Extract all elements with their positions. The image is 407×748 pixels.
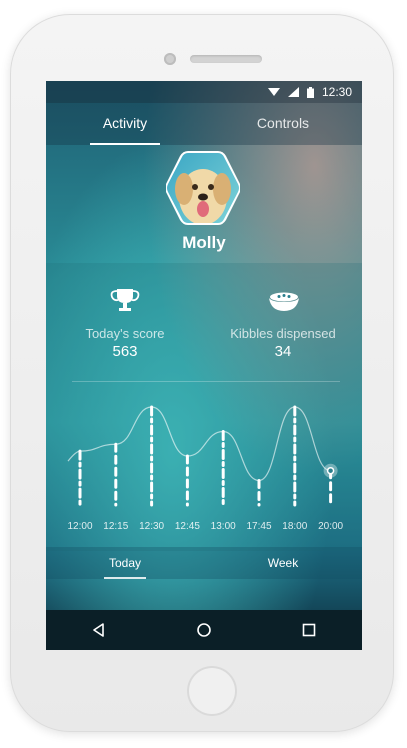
time-tick-label: 17:45 bbox=[246, 521, 271, 532]
time-tick-label: 13:00 bbox=[211, 521, 236, 532]
score-label: Today's score bbox=[85, 326, 165, 341]
kibbles-label: Kibbles dispensed bbox=[230, 326, 336, 341]
time-tick-label: 18:00 bbox=[282, 521, 307, 532]
wifi-icon bbox=[267, 87, 280, 97]
home-icon[interactable] bbox=[184, 610, 224, 650]
status-bar: 12:30 bbox=[46, 81, 362, 103]
score-value: 563 bbox=[112, 343, 138, 360]
period-today[interactable]: Today bbox=[46, 547, 204, 579]
period-week[interactable]: Week bbox=[204, 547, 362, 579]
back-icon[interactable] bbox=[79, 610, 119, 650]
pet-name: Molly bbox=[182, 233, 226, 252]
front-camera bbox=[164, 53, 176, 65]
time-tick-label: 12:30 bbox=[139, 521, 164, 532]
android-nav-bar bbox=[46, 610, 362, 650]
time-tick-label: 20:00 bbox=[318, 521, 343, 532]
battery-icon bbox=[306, 86, 314, 98]
activity-chart[interactable]: 12:00 12:15 12:30 12:45 13:00 17:45 18:00 20:00 bbox=[46, 391, 362, 541]
time-tick-label: 12:45 bbox=[175, 521, 200, 532]
signal-icon bbox=[287, 87, 299, 97]
pet-avatar[interactable] bbox=[166, 151, 240, 225]
activity-curve bbox=[67, 406, 331, 482]
score-stat: Today's score 563 bbox=[50, 326, 200, 360]
hardware-home-button[interactable] bbox=[187, 666, 237, 716]
period-selector: Today Week bbox=[46, 547, 362, 579]
top-tabs: Activity Controls bbox=[46, 103, 362, 145]
app-screen: 12:30 Activity Controls Molly Today's sc… bbox=[46, 81, 362, 650]
selected-point[interactable] bbox=[326, 466, 335, 475]
stats-divider bbox=[72, 381, 340, 382]
food-bowl-icon bbox=[269, 292, 299, 311]
trophy-icon bbox=[110, 289, 140, 311]
kibbles-value: 34 bbox=[274, 343, 292, 360]
status-time: 12:30 bbox=[321, 85, 352, 99]
kibbles-stat: Kibbles dispensed 34 bbox=[208, 326, 358, 360]
time-tick-label: 12:00 bbox=[67, 521, 92, 532]
earpiece-speaker bbox=[190, 55, 262, 63]
tab-activity[interactable]: Activity bbox=[46, 103, 204, 145]
recents-icon[interactable] bbox=[289, 610, 329, 650]
time-tick-label: 12:15 bbox=[103, 521, 128, 532]
tab-controls[interactable]: Controls bbox=[204, 103, 362, 145]
